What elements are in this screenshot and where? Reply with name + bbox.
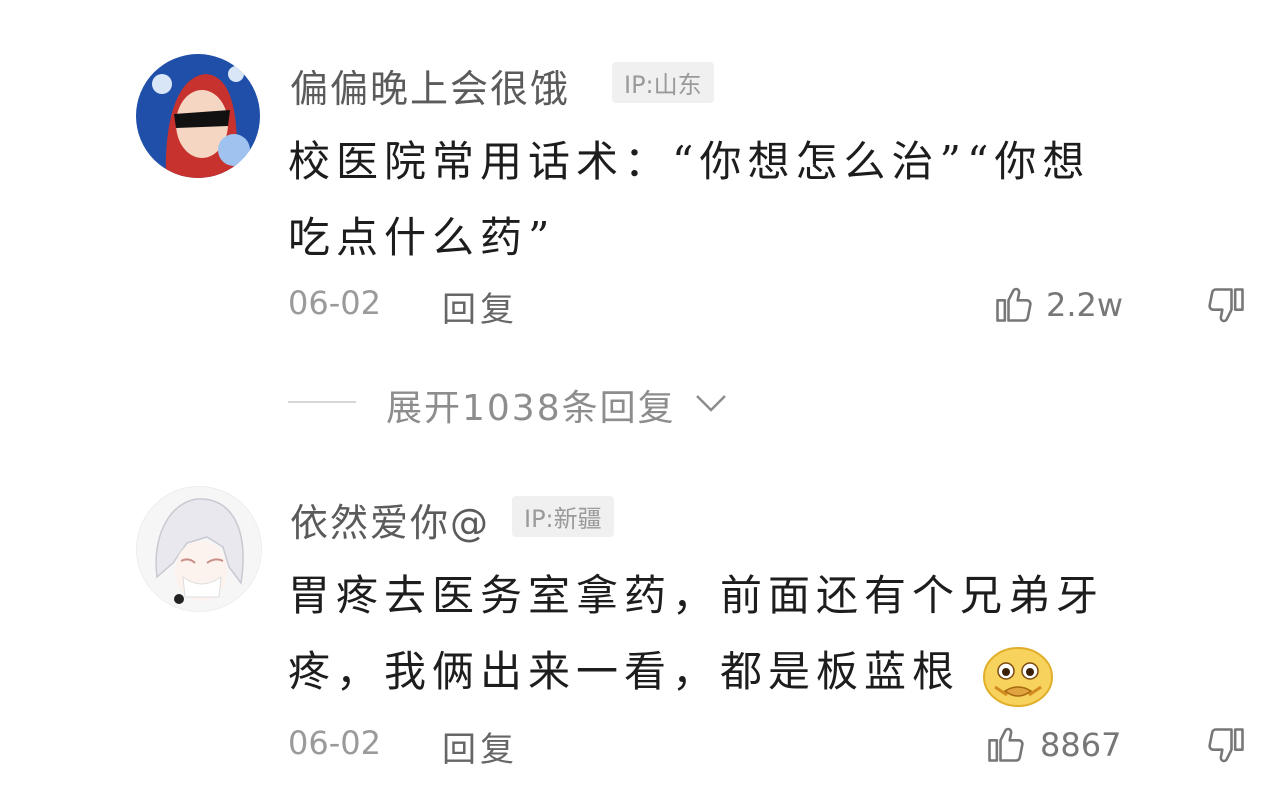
ip-location-badge: IP:山东 bbox=[612, 62, 714, 103]
ip-location-badge: IP:新疆 bbox=[512, 496, 614, 537]
comment-text-line: 疼，我俩出来一看，都是板蓝根 bbox=[288, 638, 1055, 707]
comment-text-line: 校医院常用话术：“你想怎么治”“你想 bbox=[288, 137, 1091, 186]
reply-button[interactable]: 回复 bbox=[442, 282, 518, 331]
comment-item: 偏偏晚上会很饿 IP:山东 校医院常用话术：“你想怎么治”“你想 吃点什么药” … bbox=[0, 0, 1280, 440]
avatar[interactable] bbox=[136, 486, 262, 612]
comment-item: 依然爱你@ IP:新疆 胃疼去医务室拿药，前面还有个兄弟牙 疼，我俩出来一看，都… bbox=[0, 440, 1280, 801]
thumbs-down-icon[interactable] bbox=[1204, 284, 1248, 328]
reply-button[interactable]: 回复 bbox=[442, 722, 518, 771]
avatar-illustration-icon bbox=[137, 487, 261, 611]
username[interactable]: 依然爱你@ bbox=[290, 492, 490, 547]
divider bbox=[288, 401, 356, 403]
avatar-illustration-icon bbox=[136, 54, 260, 178]
thumbs-up-icon[interactable] bbox=[992, 282, 1036, 326]
comment-date: 06-02 bbox=[288, 724, 381, 762]
like-count: 2.2w bbox=[1046, 286, 1124, 324]
username[interactable]: 偏偏晚上会很饿 bbox=[290, 58, 570, 113]
chevron-down-icon bbox=[696, 395, 726, 412]
thumbs-down-icon[interactable] bbox=[1204, 724, 1248, 768]
comment-text-line: 吃点什么药” bbox=[288, 213, 556, 262]
avatar[interactable] bbox=[136, 54, 260, 178]
pleading-face-emoji-icon bbox=[983, 647, 1054, 707]
thumbs-up-icon[interactable] bbox=[984, 722, 1028, 766]
comment-date: 06-02 bbox=[288, 284, 381, 322]
expand-replies-label: 展开1038条回复 bbox=[386, 388, 676, 429]
comment-text: 疼，我俩出来一看，都是板蓝根 bbox=[288, 647, 961, 696]
expand-replies-button[interactable]: 展开1038条回复 bbox=[288, 375, 748, 429]
comment-text-line: 胃疼去医务室拿药，前面还有个兄弟牙 bbox=[288, 571, 1105, 620]
like-count: 8867 bbox=[1040, 726, 1122, 764]
